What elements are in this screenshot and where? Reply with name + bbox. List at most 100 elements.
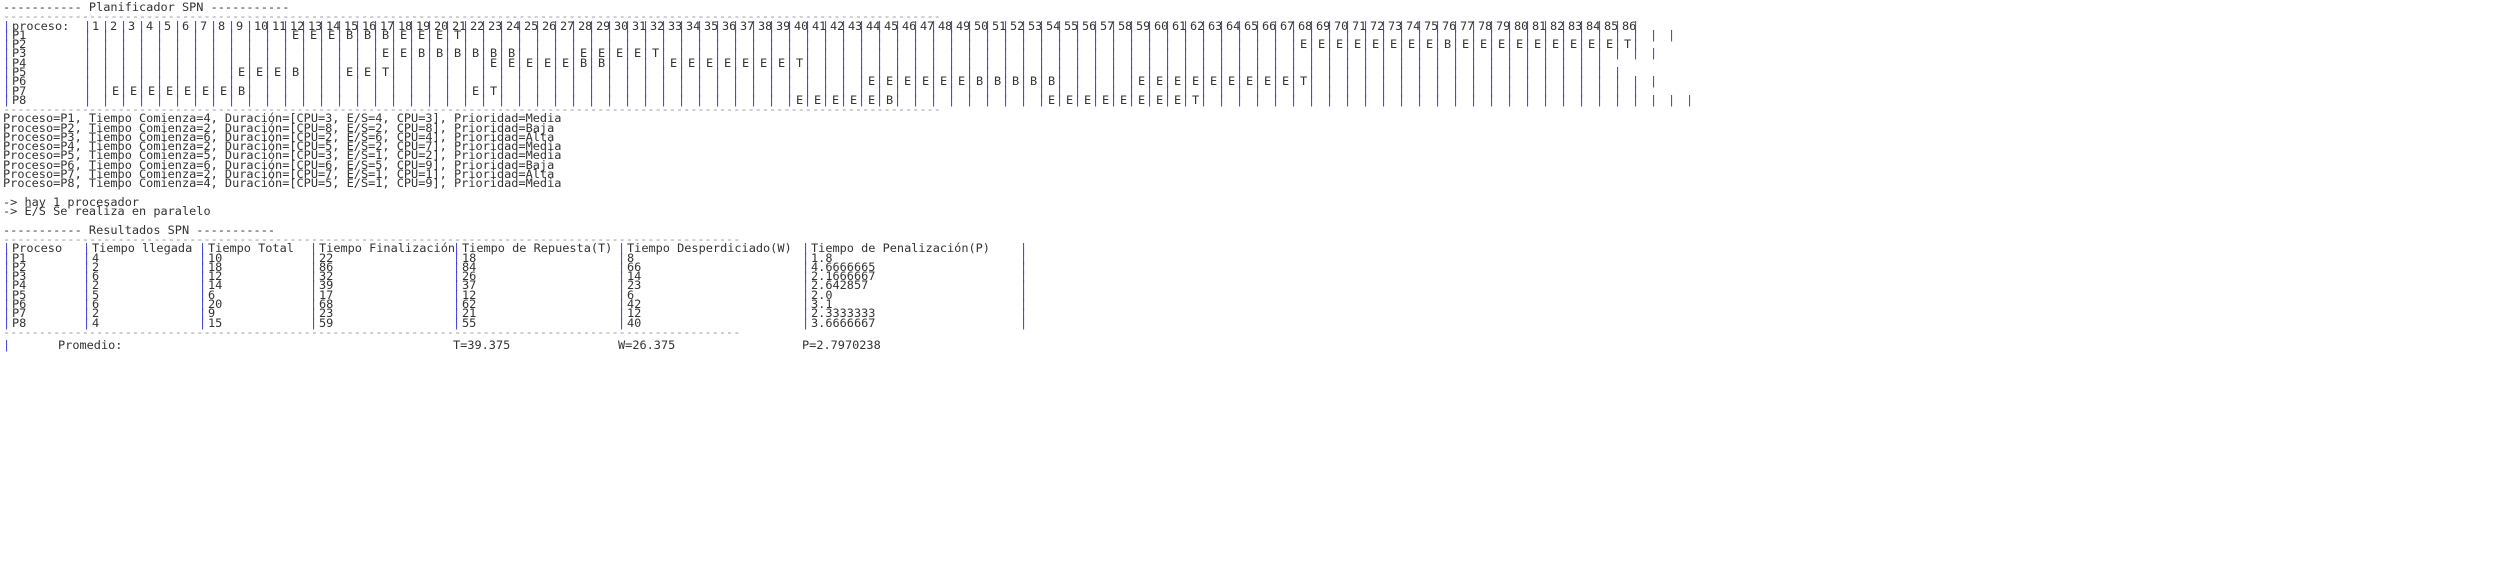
gantt-column-bar: | [1578,92,1586,107]
gantt-cell-state: E [1138,74,1146,89]
gantt-cell-state: E [238,64,246,79]
gantt-cell-state: E [130,83,138,98]
gantt-cell-state: B [364,27,372,42]
gantt-tick-label: 2 [110,18,118,33]
gantt-cell-state: E [1174,92,1182,107]
gantt-cell-state: T [1624,37,1632,52]
gantt-cell-state: E [1174,74,1182,89]
gantt-column-bar: | [1488,92,1496,107]
average-T: T=39.375 [453,337,511,352]
average-P: P=2.7970238 [802,337,881,352]
gantt-cell-state: E [346,64,354,79]
results-cell: 3.6666667 [811,315,876,330]
gantt-column-bar: | [1416,92,1424,107]
gantt-tick-label: 8 [218,18,226,33]
gantt-cell-state: E [1282,74,1290,89]
process-description-line: Proceso=P8, Tiempo Comienza=4, Duración=… [3,176,562,191]
gantt-cell-state: E [1156,74,1164,89]
gantt-column-bar: | [1362,92,1370,107]
gantt-cell-state: E [148,83,156,98]
gantt-cell-state: E [616,46,624,61]
gantt-cell-state: E [292,27,300,42]
gantt-cell-state: E [904,74,912,89]
gantt-cell-state: E [634,46,642,61]
gantt-cell-state: E [1102,92,1110,107]
gantt-cell-state: B [382,27,390,42]
gantt-cell-state: E [670,55,678,70]
gantt-column-bar: | [1038,92,1046,107]
gantt-cell-state: E [364,64,372,79]
gantt-cell-state: E [382,46,390,61]
gantt-cell-state: E [1210,74,1218,89]
gantt-column-bar: | [1254,92,1262,107]
results-average-bar: | [3,337,11,352]
gantt-cell-state: B [292,64,300,79]
terminal-output: ----------- Planificador SPN -----------… [0,0,2500,561]
gantt-right-border: | [1650,74,1658,89]
gantt-column-bar: | [1632,46,1640,61]
gantt-tick-label: 1 [92,18,100,33]
results-header-cell: Tiempo de Repuesta(T) [462,241,613,256]
gantt-cell-state: E [508,55,516,70]
gantt-cell-state: E [1426,37,1434,52]
gantt-cell-state: B [994,74,1002,89]
gantt-cell-state: E [1228,74,1236,89]
gantt-cell-state: E [706,55,714,70]
gantt-column-bar: | [1398,92,1406,107]
gantt-cell-state: E [1390,37,1398,52]
gantt-column-bar: | [1110,92,1118,107]
gantt-cell-state: E [256,64,264,79]
gantt-cell-state: E [166,83,174,98]
gantt-cell-state: E [1066,92,1074,107]
gantt-cell-state: E [958,74,966,89]
gantt-tick-label: 6 [182,18,190,33]
results-header-cell: Tiempo Finalización [319,241,456,256]
gantt-cell-state: E [1588,37,1596,52]
gantt-column-bar: | [1632,92,1640,107]
gantt-column-bar: | [1452,92,1460,107]
gantt-cell-state: B [580,55,588,70]
gantt-cell-state: T [490,83,498,98]
results-column-bar: | [802,315,810,330]
gantt-tick-label: 7 [200,18,208,33]
gantt-cell-state: E [922,74,930,89]
gantt-cell-state: B [1012,74,1020,89]
gantt-column-bar: | [1434,92,1442,107]
gantt-cell-state: E [1480,37,1488,52]
gantt-column-bar: | [984,92,992,107]
average-label: Promedio: [58,337,123,352]
gantt-cell-state: B [976,74,984,89]
gantt-cell-state: T [1300,74,1308,89]
gantt-column-bar: | [1380,92,1388,107]
gantt-cell-state: B [1444,37,1452,52]
gantt-cell-state: E [526,55,534,70]
gantt-column-bar: | [1596,92,1604,107]
gantt-column-bar: | [1542,92,1550,107]
gantt-cell-state: E [562,55,570,70]
gantt-column-bar: | [948,92,956,107]
gantt-column-bar: | [1524,92,1532,107]
gantt-cell-state: E [940,74,948,89]
gantt-cell-state: E [112,83,120,98]
gantt-cell-state: T [652,46,660,61]
gantt-column-bar: | [1002,92,1010,107]
gantt-cell-state: E [1534,37,1542,52]
gantt-cell-state: E [1372,37,1380,52]
gantt-tick-label: 9 [236,18,244,33]
gantt-column-bar: | [1146,92,1154,107]
gantt-cell-state: E [1084,92,1092,107]
gantt-cell-state: T [382,64,390,79]
gantt-column-bar: | [1128,92,1136,107]
gantt-cell-state: T [796,55,804,70]
gantt-cell-state: E [778,55,786,70]
gantt-right-border: | [1650,46,1658,61]
gantt-cell-state: E [310,27,318,42]
gantt-cell-state: E [1462,37,1470,52]
gantt-cell-state: E [886,74,894,89]
gantt-cell-state: E [1498,37,1506,52]
gantt-cell-state: E [202,83,210,98]
results-header-cell: Tiempo Desperdiciado(W) [627,241,792,256]
gantt-cell-state: E [742,55,750,70]
gantt-cell-state: B [598,55,606,70]
gantt-right-border: | [1668,27,1676,42]
